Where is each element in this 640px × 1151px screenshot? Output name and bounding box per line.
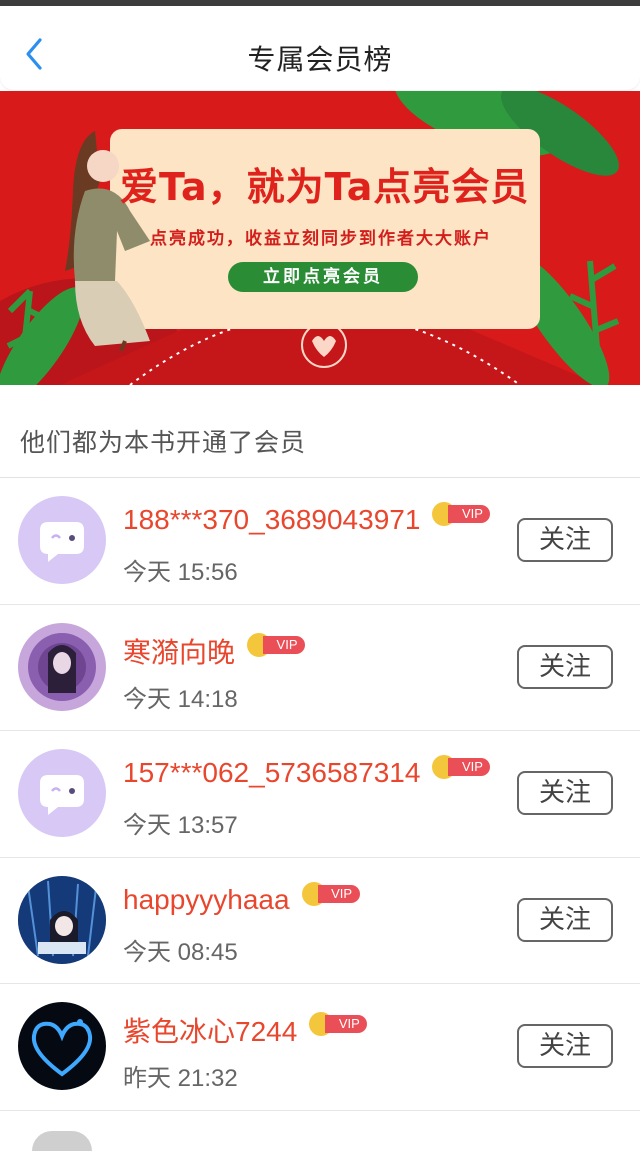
chat-bubble-icon xyxy=(18,749,106,837)
member-time: 今天 14:18 xyxy=(123,685,238,713)
avatar[interactable] xyxy=(18,622,106,711)
follow-button[interactable]: 关注 xyxy=(517,644,613,689)
member-name[interactable]: 157***062_5736587314 xyxy=(123,757,420,789)
list-item-partial xyxy=(0,1111,640,1151)
section-title: 他们都为本书开通了会员 xyxy=(20,428,307,457)
banner-headline: 爱Ta，就为Ta点亮会员 xyxy=(120,165,530,209)
member-name[interactable]: 紫色冰心7244 xyxy=(123,1010,297,1050)
member-time: 今天 08:45 xyxy=(123,938,238,966)
list-item[interactable]: 寒漪向晚 VIP 今天 14:18 关注 xyxy=(0,605,640,731)
avatar[interactable] xyxy=(18,875,106,964)
member-name[interactable]: happyyyhaaa xyxy=(123,884,290,916)
avatar[interactable] xyxy=(18,1002,106,1090)
list-item[interactable]: 紫色冰心7244 VIP 昨天 21:32 关注 xyxy=(0,984,640,1111)
member-time: 今天 15:56 xyxy=(123,559,238,586)
list-item[interactable]: 157***062_5736587314 VIP 今天 13:57 关注 xyxy=(0,731,640,858)
activate-membership-button[interactable]: 立即点亮会员 xyxy=(228,262,418,292)
follow-button[interactable]: 关注 xyxy=(517,897,613,942)
page-title: 专属会员榜 xyxy=(247,43,393,76)
chat-bubble-icon xyxy=(18,496,106,584)
list-item[interactable]: happyyyhaaa VIP 今天 08:45 关注 xyxy=(0,858,640,984)
anime-character-avatar-icon xyxy=(18,875,106,964)
member-name[interactable]: 188***370_3689043971 xyxy=(123,504,420,536)
avatar[interactable] xyxy=(18,749,106,837)
member-list: 188***370_3689043971 VIP 今天 15:56 关注 寒漪向… xyxy=(0,478,640,1151)
list-item[interactable]: 188***370_3689043971 VIP 今天 15:56 关注 xyxy=(0,478,640,605)
anime-girl-avatar-icon xyxy=(18,622,106,711)
vip-badge: VIP xyxy=(432,502,491,526)
vip-badge: VIP xyxy=(301,881,360,906)
vip-badge: VIP xyxy=(432,755,491,779)
promo-banner[interactable]: 爱Ta，就为Ta点亮会员 点亮成功，收益立刻同步到作者大大账户 立即点亮会员 xyxy=(0,91,640,385)
vip-badge: VIP xyxy=(247,632,306,657)
nav-bar: 专属会员榜 xyxy=(0,6,640,90)
follow-button[interactable]: 关注 xyxy=(517,771,613,815)
member-time: 今天 13:57 xyxy=(123,812,238,839)
avatar xyxy=(32,1130,92,1151)
blue-heart-icon xyxy=(18,1002,106,1090)
vip-badge: VIP xyxy=(309,1012,368,1036)
member-name[interactable]: 寒漪向晚 xyxy=(123,631,235,671)
avatar[interactable] xyxy=(18,496,106,584)
follow-button[interactable]: 关注 xyxy=(517,1024,613,1068)
banner-subtitle: 点亮成功，收益立刻同步到作者大大账户 xyxy=(150,229,492,249)
follow-button[interactable]: 关注 xyxy=(517,518,613,562)
member-time: 昨天 21:32 xyxy=(123,1065,238,1092)
